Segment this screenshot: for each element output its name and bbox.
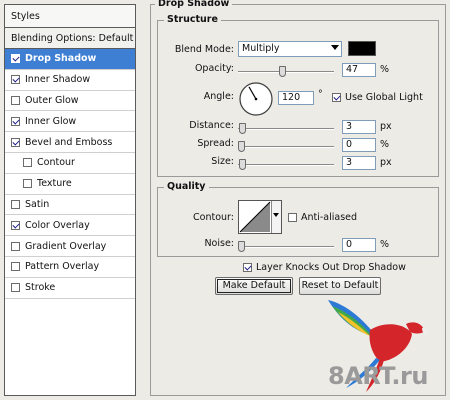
blend-mode-value: Multiply [242,43,280,54]
style-checkbox[interactable] [11,199,20,209]
anti-aliased-checkbox[interactable]: Anti-aliased [288,212,357,223]
spread-unit: % [380,139,390,150]
contour-preview-icon [239,201,271,233]
anti-aliased-label: Anti-aliased [301,212,358,223]
spread-field[interactable]: 0 [342,138,376,152]
size-slider[interactable] [238,159,334,170]
blend-mode-label: Blend Mode: [174,44,234,55]
spread-slider-thumb[interactable] [238,141,245,152]
distance-label: Distance: [189,120,234,131]
layer-knocks-out-check[interactable] [243,263,252,272]
style-item-label: Gradient Overlay [25,240,107,252]
drop-shadow-title: Drop Shadow [155,0,233,9]
contour-picker[interactable] [238,200,282,234]
noise-label: Noise: [204,238,234,249]
style-item-label: Inner Glow [25,115,77,127]
style-checkbox[interactable] [11,54,20,64]
opacity-label: Opacity: [194,63,234,74]
blending-options-item[interactable]: Blending Options: Default [5,28,135,49]
style-item-color-overlay[interactable]: Color Overlay [5,215,135,237]
style-checkbox[interactable] [11,137,20,147]
style-item-texture[interactable]: Texture [5,174,135,195]
style-item-label: Inner Shadow [25,74,91,86]
style-checkbox[interactable] [11,116,20,126]
layer-knocks-out-label: Layer Knocks Out Drop Shadow [256,262,406,273]
style-item-outer-glow[interactable]: Outer Glow [5,91,135,112]
styles-header[interactable]: Styles [5,5,135,28]
quality-title: Quality [164,181,209,192]
use-global-light-label: Use Global Light [345,92,423,103]
chevron-down-icon [331,45,339,50]
opacity-slider-thumb[interactable] [279,66,286,77]
spread-slider[interactable] [238,141,334,152]
shadow-color-swatch[interactable] [348,41,376,56]
style-item-label: Contour [37,157,75,169]
structure-title: Structure [164,14,221,25]
style-checkbox[interactable] [11,241,20,251]
distance-slider[interactable] [238,123,334,134]
make-default-button[interactable]: Make Default [215,277,293,295]
style-checkbox[interactable] [11,262,20,272]
angle-field[interactable]: 120 [278,91,314,105]
style-item-drop-shadow[interactable]: Drop Shadow [5,49,135,70]
size-unit: px [380,157,392,168]
opacity-field[interactable]: 47 [342,63,376,77]
style-checkbox[interactable] [23,158,32,168]
style-item-pattern-overlay[interactable]: Pattern Overlay [5,257,135,278]
style-item-label: Satin [25,198,50,210]
style-item-label: Drop Shadow [25,53,97,65]
style-item-label: Stroke [25,282,56,294]
style-checkbox[interactable] [11,95,20,105]
opacity-unit: % [380,64,390,75]
contour-dropdown-button[interactable] [271,201,281,233]
styles-list: Styles Blending Options: Default Drop Sh… [4,4,136,396]
angle-unit: ° [318,89,323,100]
style-item-satin[interactable]: Satin [5,195,135,216]
style-checkbox[interactable] [23,179,32,189]
angle-dial-center [254,97,258,101]
style-item-contour[interactable]: Contour [5,153,135,174]
blend-mode-select[interactable]: Multiply [238,41,342,57]
angle-dial[interactable] [238,81,274,117]
opacity-slider[interactable] [238,66,334,77]
style-item-label: Texture [37,178,72,190]
style-checkbox[interactable] [11,75,20,85]
noise-field[interactable]: 0 [342,238,376,252]
style-item-stroke[interactable]: Stroke [5,278,135,299]
parrot-body [369,324,412,362]
contour-label: Contour: [193,212,234,223]
size-label: Size: [211,156,234,167]
style-item-label: Outer Glow [25,94,79,106]
size-slider-thumb[interactable] [239,159,246,170]
quality-group: Quality Contour: Anti-aliased Noise: 0 % [157,181,439,257]
watermark-text: 8ART.ru [328,362,428,390]
use-global-light-checkbox[interactable]: Use Global Light [332,92,423,103]
style-item-label: Bevel and Emboss [25,136,113,148]
distance-field[interactable]: 3 [342,120,376,134]
structure-group: Structure Blend Mode: Multiply Opacity: … [157,14,439,177]
angle-label: Angle: [203,91,234,102]
noise-unit: % [380,239,390,250]
layer-knocks-out-checkbox[interactable]: Layer Knocks Out Drop Shadow [243,262,406,273]
style-item-bevel-and-emboss[interactable]: Bevel and Emboss [5,132,135,153]
style-checkbox[interactable] [11,220,20,230]
anti-aliased-check[interactable] [288,213,297,222]
style-checkbox[interactable] [11,283,20,293]
distance-slider-thumb[interactable] [239,123,246,134]
parrot-beak [422,328,429,336]
style-item-inner-shadow[interactable]: Inner Shadow [5,70,135,91]
style-item-label: Color Overlay [25,219,90,231]
noise-slider[interactable] [238,241,334,252]
style-item-inner-glow[interactable]: Inner Glow [5,111,135,133]
style-item-gradient-overlay[interactable]: Gradient Overlay [5,236,135,257]
chevron-down-icon [273,213,279,217]
size-field[interactable]: 3 [342,156,376,170]
distance-unit: px [380,121,392,132]
use-global-light-check[interactable] [332,93,341,102]
style-item-label: Pattern Overlay [25,261,100,273]
noise-slider-thumb[interactable] [238,241,245,252]
spread-label: Spread: [197,138,234,149]
style-items: Drop Shadow Inner Shadow Outer Glow Inner G… [5,49,135,299]
